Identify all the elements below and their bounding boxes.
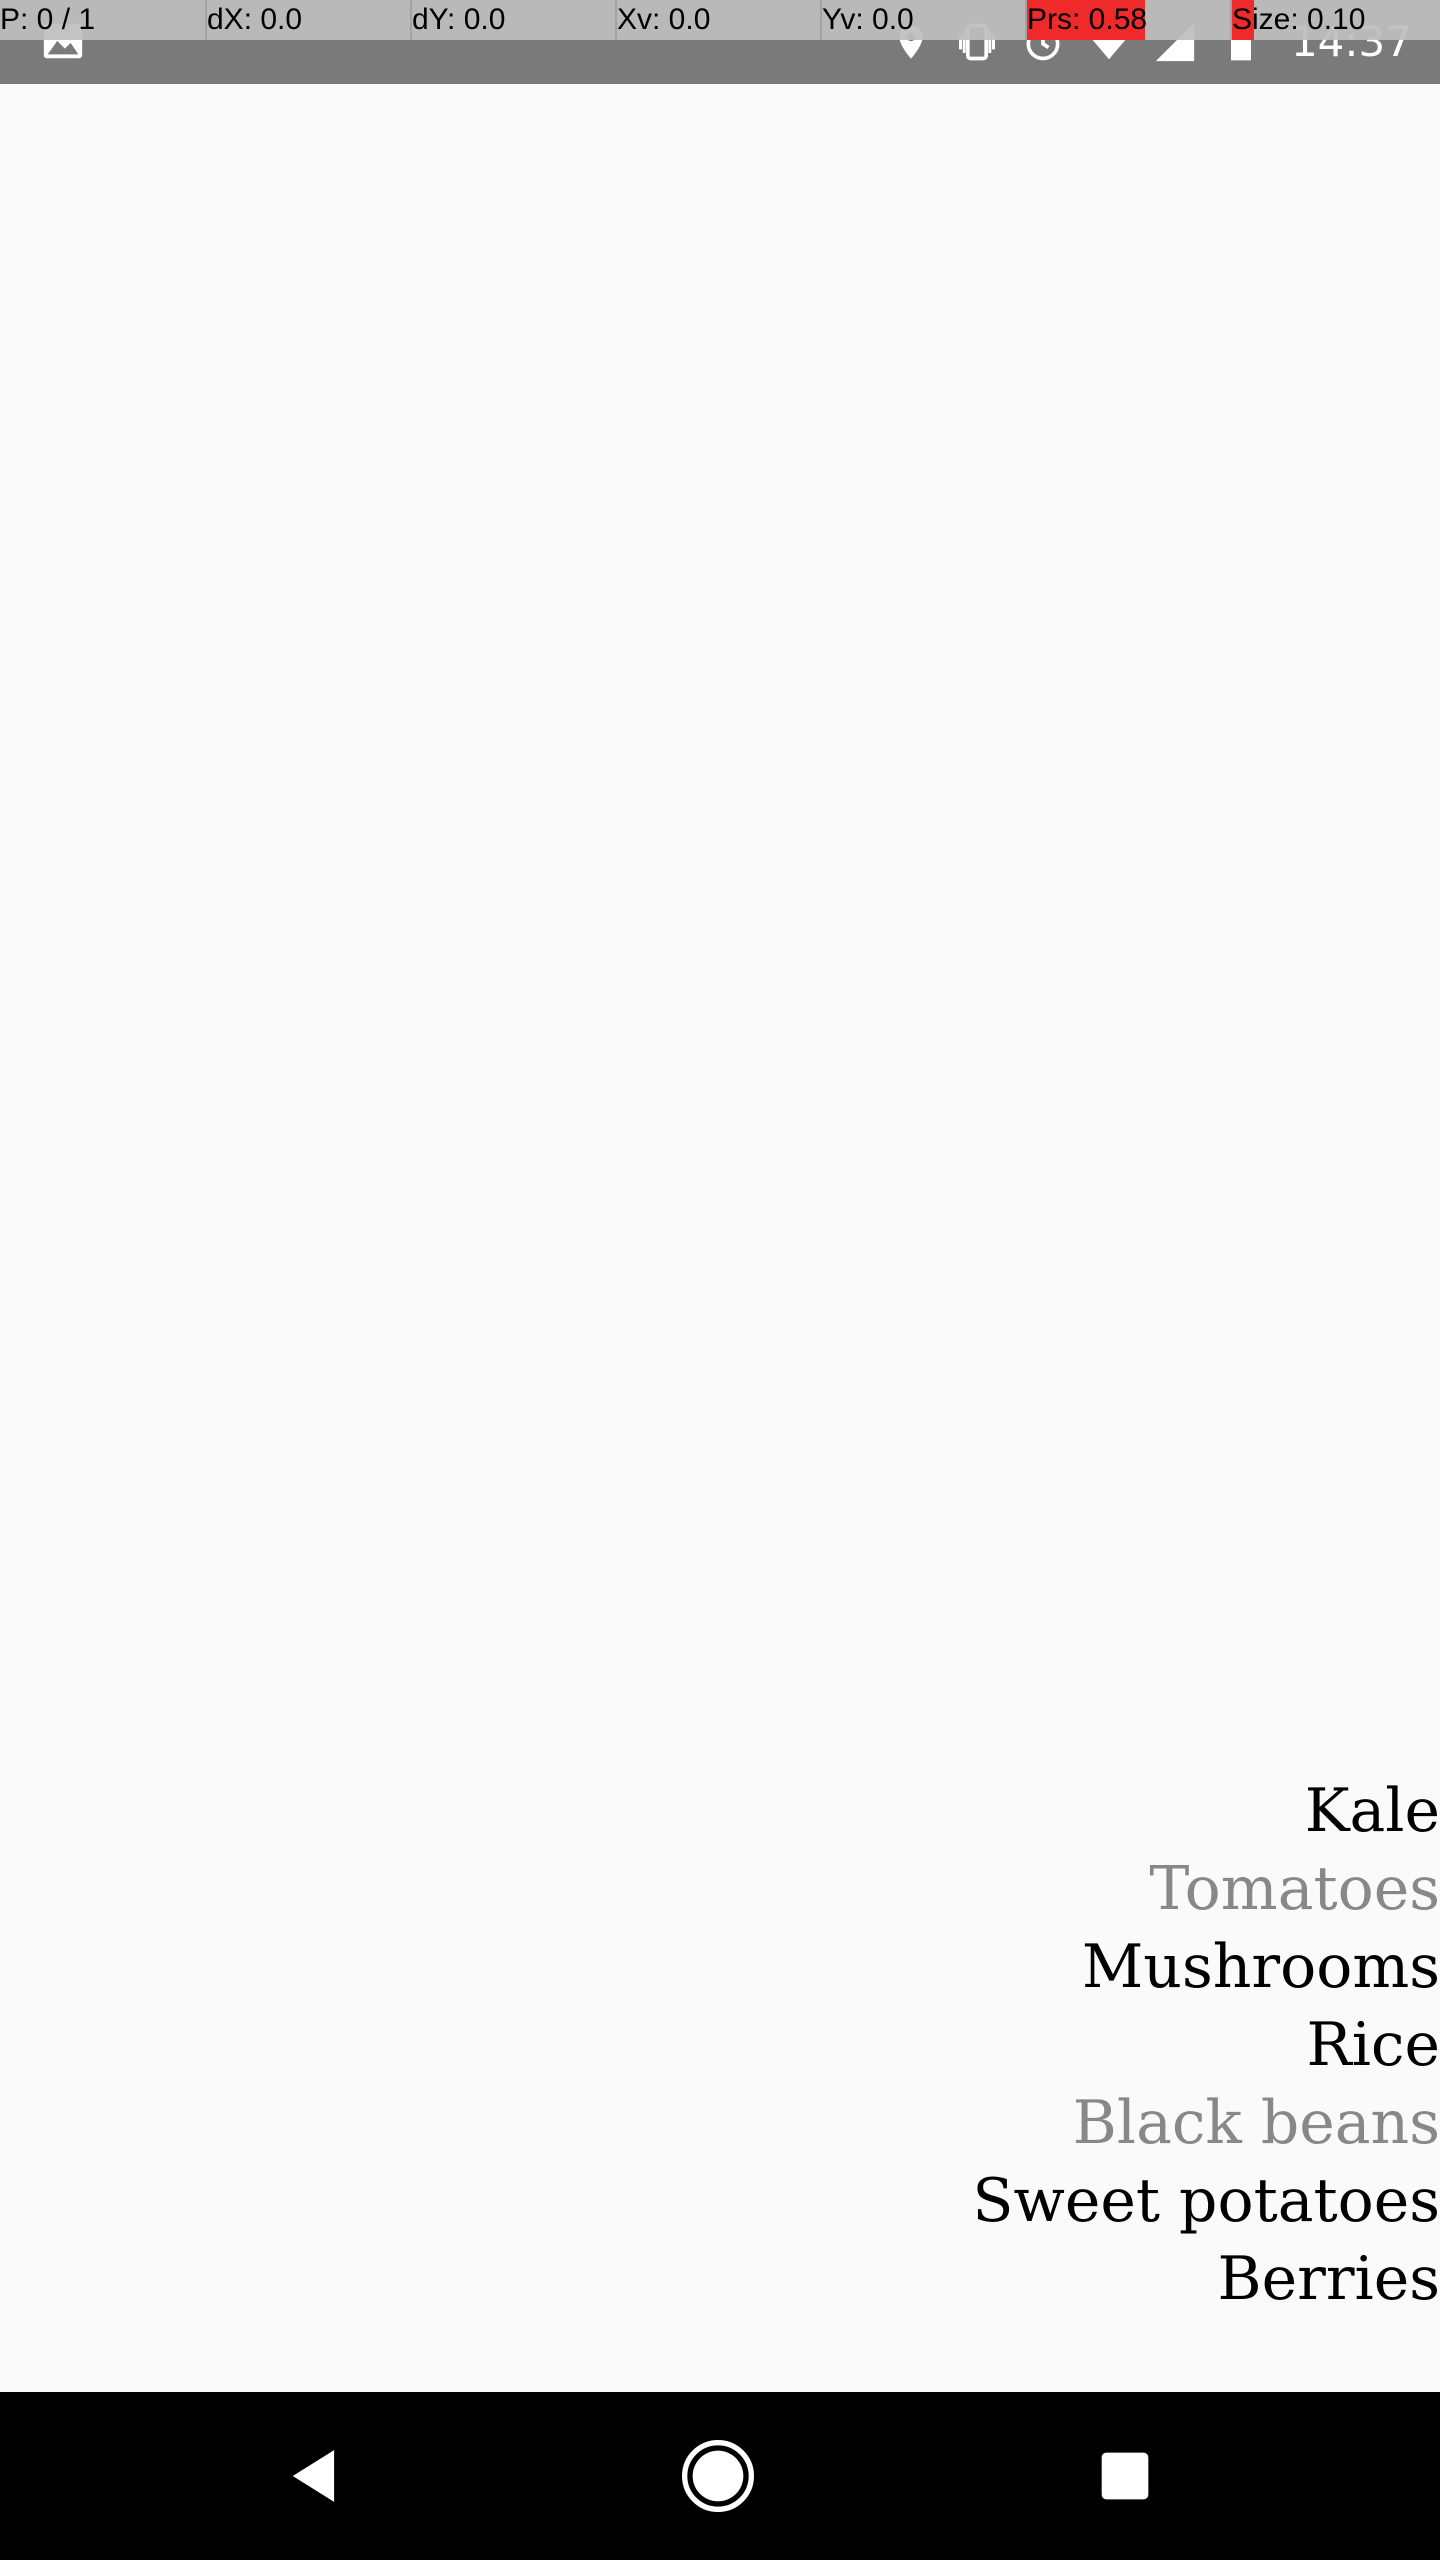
- velocity-y-readout: Yv: 0.0: [820, 0, 1025, 40]
- navigation-bar: [0, 2392, 1440, 2560]
- delta-x-readout: dX: 0.0: [205, 0, 410, 40]
- main-content: Kale Tomatoes Mushrooms Rice Black beans…: [0, 84, 1440, 2438]
- grocery-list: Kale Tomatoes Mushrooms Rice Black beans…: [0, 1772, 1440, 2438]
- list-item[interactable]: Rice: [0, 2006, 1440, 2084]
- velocity-x-readout: Xv: 0.0: [615, 0, 820, 40]
- list-item[interactable]: Black beans: [0, 2084, 1440, 2162]
- pressure-readout: Prs: 0.58: [1025, 0, 1230, 40]
- back-icon[interactable]: [276, 2436, 356, 2516]
- list-item[interactable]: Kale: [0, 1772, 1440, 1850]
- list-item[interactable]: Mushrooms: [0, 1928, 1440, 2006]
- list-item[interactable]: Sweet potatoes: [0, 2162, 1440, 2240]
- home-icon[interactable]: [678, 2436, 758, 2516]
- pointer-count-readout: P: 0 / 1: [0, 3, 96, 36]
- list-item[interactable]: Tomatoes: [0, 1850, 1440, 1928]
- recents-icon[interactable]: [1085, 2436, 1165, 2516]
- pointer-location-overlay: P: 0 / 1 dX: 0.0 dY: 0.0 Xv: 0.0 Yv: 0.0…: [0, 0, 1440, 40]
- delta-y-readout: dY: 0.0: [410, 0, 615, 40]
- list-item[interactable]: Berries: [0, 2240, 1440, 2318]
- touch-size-readout: Size: 0.10: [1230, 0, 1435, 40]
